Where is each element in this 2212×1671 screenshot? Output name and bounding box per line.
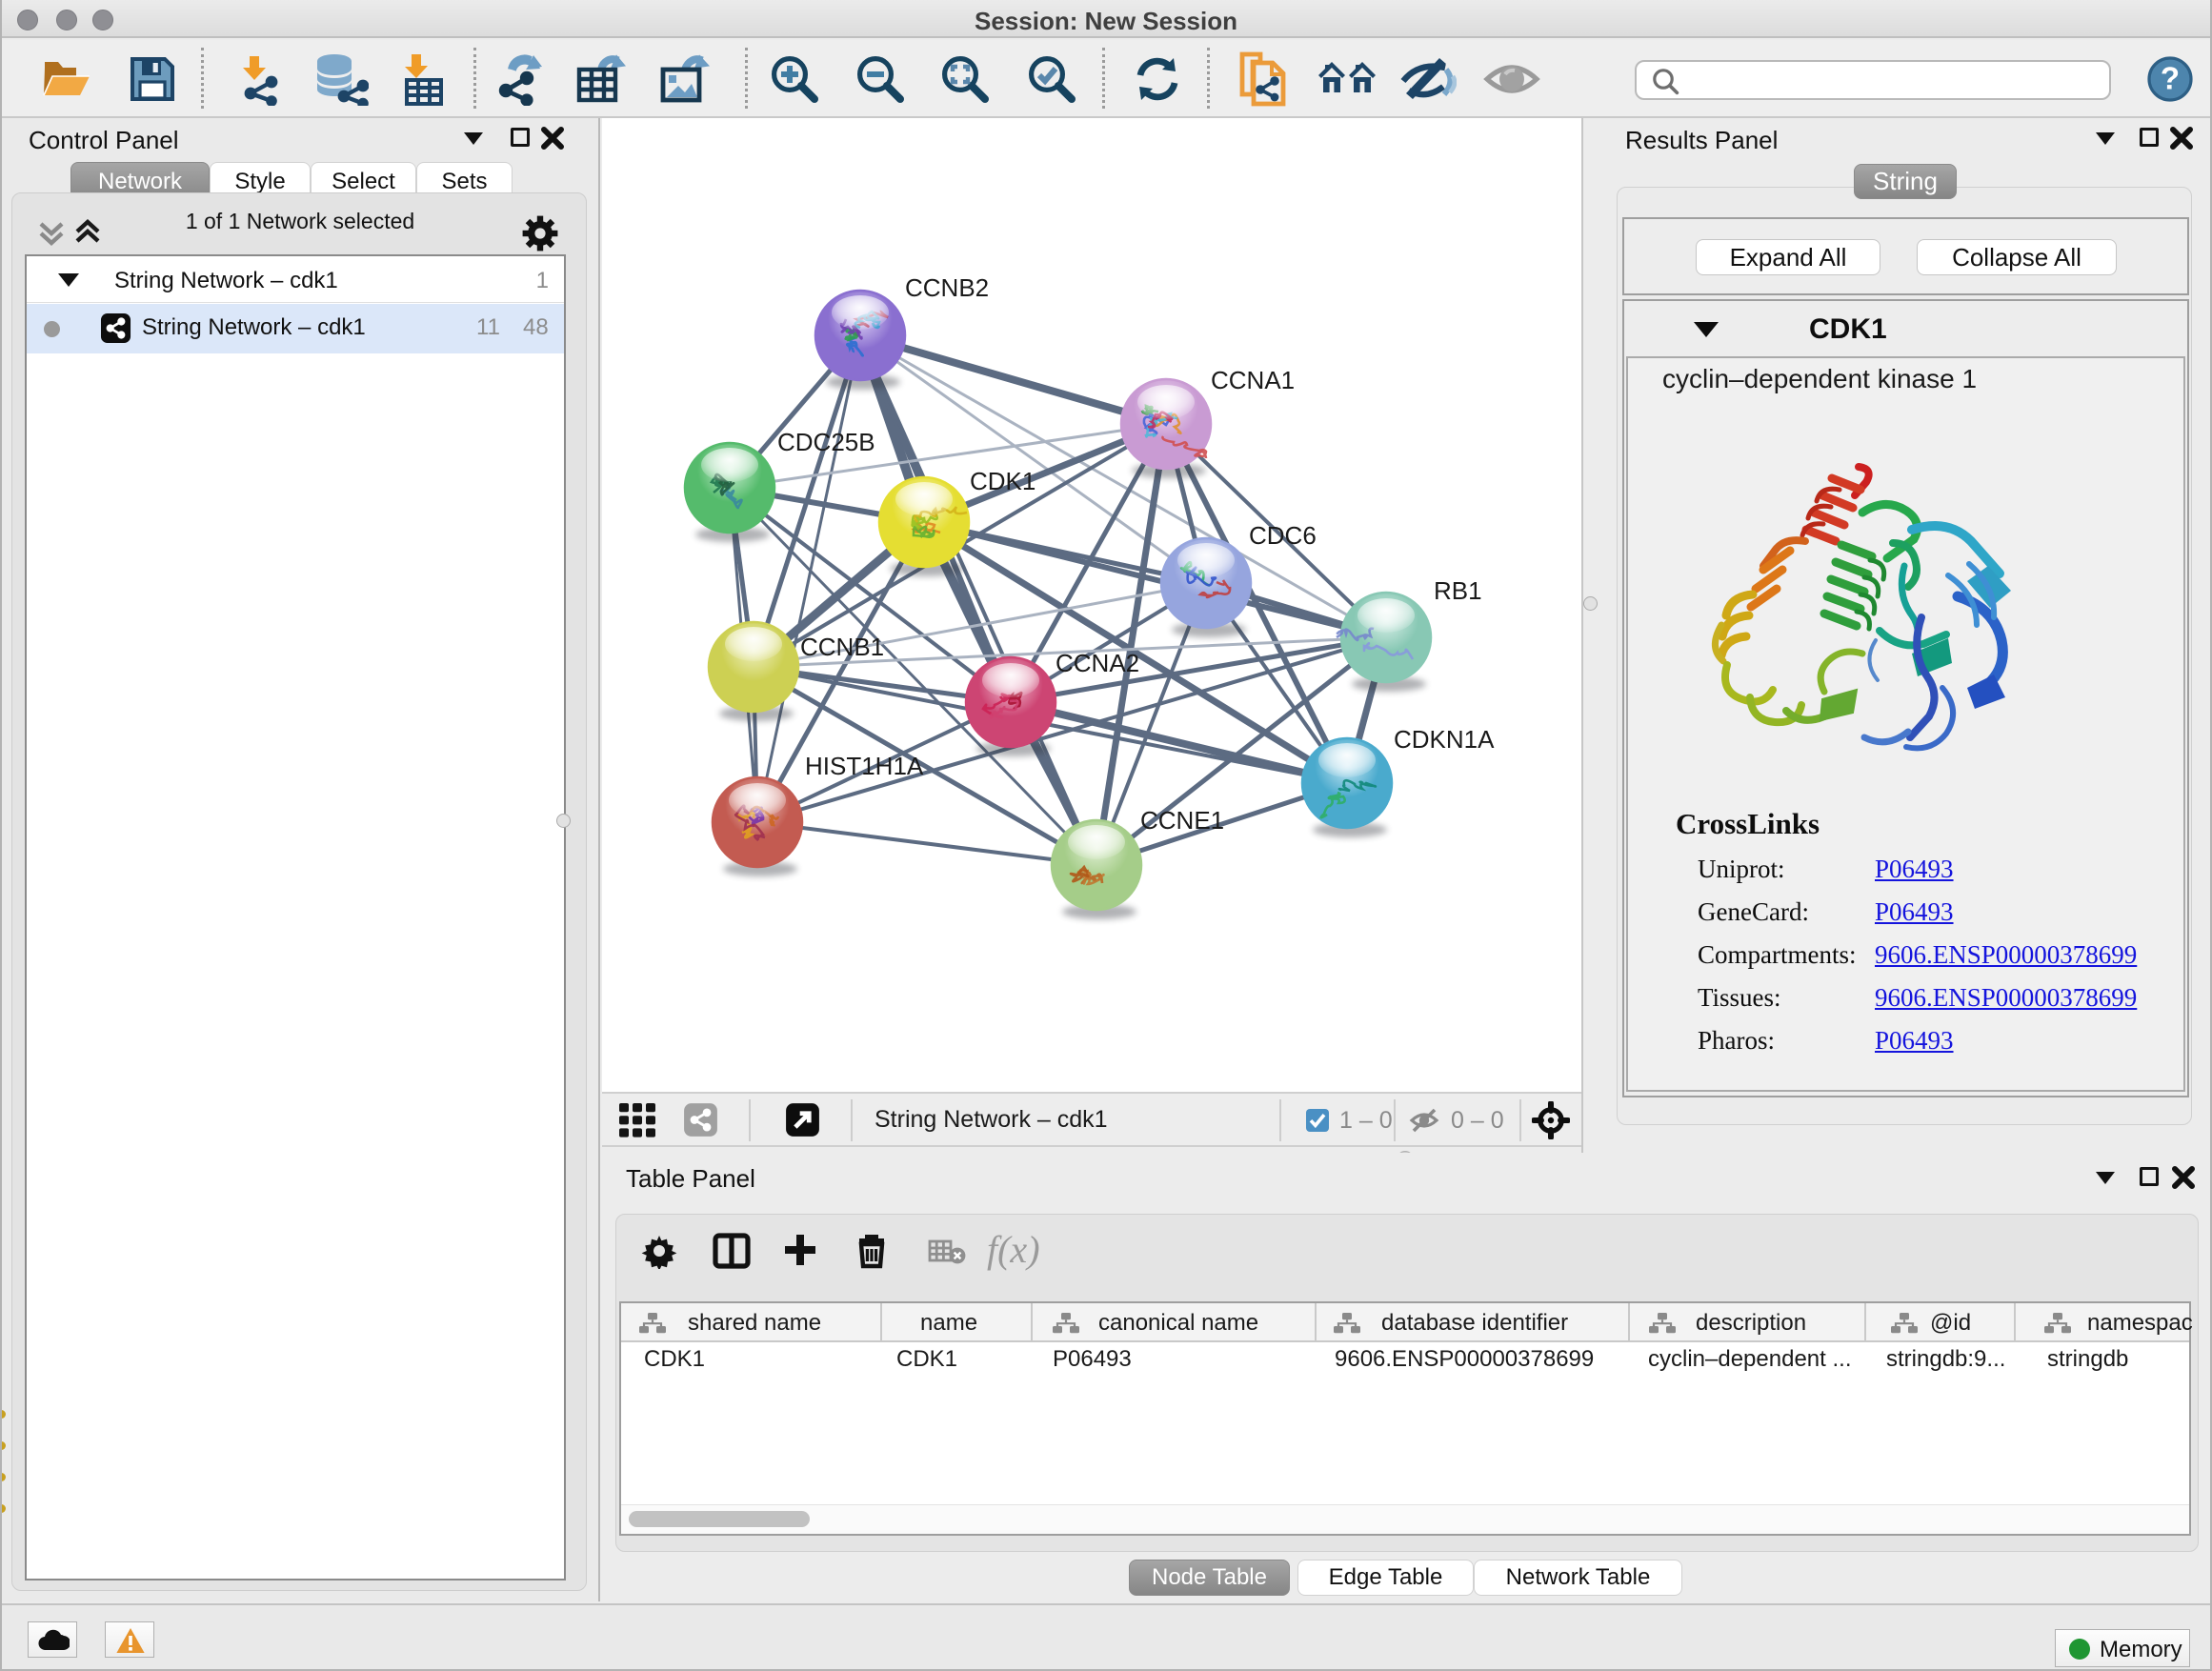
svg-text:CCNB2: CCNB2 [905, 273, 989, 302]
svg-text:RB1: RB1 [1434, 576, 1482, 605]
svg-text:CDC25B: CDC25B [777, 428, 875, 456]
svg-text:CCNA1: CCNA1 [1211, 366, 1295, 394]
svg-text:CCNB1: CCNB1 [800, 633, 884, 661]
svg-text:CDKN1A: CDKN1A [1394, 725, 1495, 754]
svg-text:CCNA2: CCNA2 [1056, 649, 1139, 677]
svg-text:?: ? [2161, 61, 2180, 96]
svg-text:HIST1H1A: HIST1H1A [805, 752, 924, 780]
svg-text:CDC6: CDC6 [1249, 521, 1317, 550]
svg-text:CCNE1: CCNE1 [1140, 806, 1224, 835]
svg-text:CDK1: CDK1 [970, 467, 1036, 495]
